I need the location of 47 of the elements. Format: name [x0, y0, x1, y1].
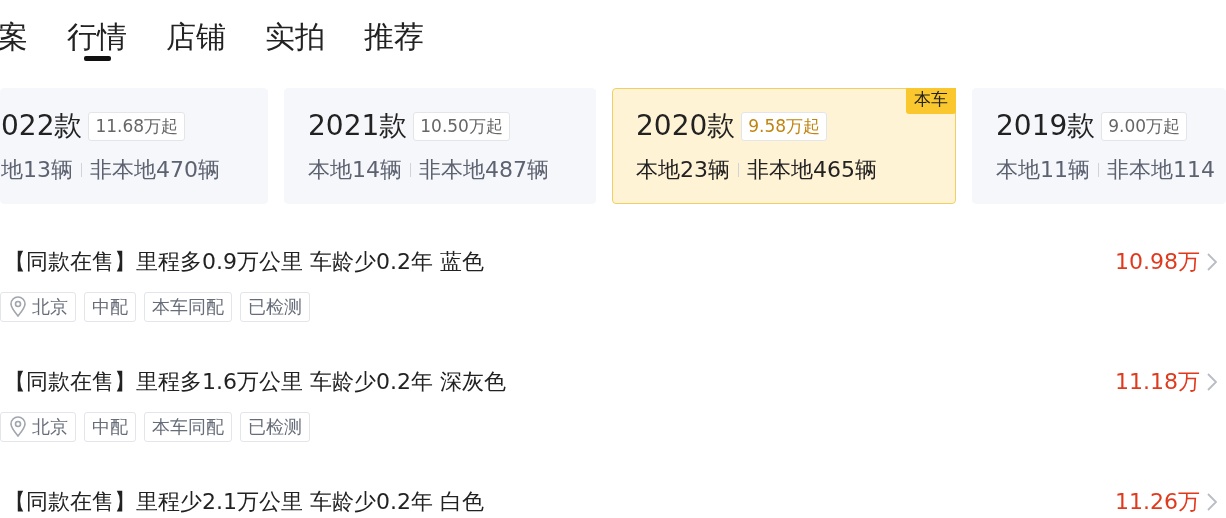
price-tag: 11.68万起: [88, 111, 186, 141]
tag: 本车同配: [144, 412, 232, 442]
year-card[interactable]: 2019款 9.00万起 本地11辆 非本地114: [972, 88, 1226, 204]
chevron-right-icon: [1206, 372, 1218, 392]
tag: 中配: [84, 292, 136, 322]
listing-price: 11.26万: [1115, 488, 1200, 516]
year-card[interactable]: 022款 11.68万起 地13辆 非本地470辆: [0, 88, 268, 204]
tab[interactable]: 推荐: [364, 0, 424, 61]
local-count: 本地23辆: [636, 156, 730, 184]
model-year: 2019款: [996, 108, 1096, 144]
location-pin-icon: [8, 296, 28, 318]
year-card[interactable]: 2020款 9.58万起 本地23辆 非本地465辆 本车: [612, 88, 956, 204]
listing-price: 11.18万: [1115, 368, 1200, 396]
local-count: 本地14辆: [308, 156, 402, 184]
listing-title: 【同款在售】里程多1.6万公里 车龄少0.2年 深灰色: [4, 368, 507, 396]
price-tag: 9.58万起: [741, 111, 828, 141]
year-card[interactable]: 2021款 10.50万起 本地14辆 非本地487辆: [284, 88, 596, 204]
tag: 本车同配: [144, 292, 232, 322]
tag: 北京: [0, 412, 76, 442]
tab[interactable]: 实拍: [265, 0, 325, 61]
model-year: 2020款: [636, 108, 736, 144]
tag: 北京: [0, 292, 76, 322]
chevron-right-icon: [1206, 492, 1218, 512]
listing-row[interactable]: 【同款在售】里程少2.1万公里 车龄少0.2年 白色 11.26万: [0, 484, 1226, 518]
tag: 已检测: [240, 292, 310, 322]
nonlocal-count: 非本地114: [1107, 156, 1215, 184]
tag: 中配: [84, 412, 136, 442]
listing-title: 【同款在售】里程多0.9万公里 车龄少0.2年 蓝色: [4, 248, 485, 276]
price-tag: 9.00万起: [1101, 111, 1188, 141]
tab[interactable]: 行情: [67, 0, 127, 61]
location-pin-icon: [8, 416, 28, 438]
listing-title: 【同款在售】里程少2.1万公里 车龄少0.2年 白色: [4, 488, 485, 516]
local-count: 地13辆: [1, 156, 73, 184]
nonlocal-count: 非本地487辆: [419, 156, 549, 184]
price-tag: 10.50万起: [413, 111, 510, 141]
listing-row[interactable]: 【同款在售】里程多0.9万公里 车龄少0.2年 蓝色 10.98万 北京 中配 本车同配 已检测: [0, 244, 1226, 364]
current-car-badge: 本车: [906, 88, 956, 114]
model-year: 2021款: [308, 108, 408, 144]
nonlocal-count: 非本地470辆: [90, 156, 220, 184]
listing-row[interactable]: 【同款在售】里程多1.6万公里 车龄少0.2年 深灰色 11.18万 北京 中配 本车同配 已检测: [0, 364, 1226, 484]
tab[interactable]: 店铺: [166, 0, 226, 61]
chevron-right-icon: [1206, 252, 1218, 272]
tag: 已检测: [240, 412, 310, 442]
nonlocal-count: 非本地465辆: [747, 156, 877, 184]
local-count: 本地11辆: [996, 156, 1090, 184]
listing-price: 10.98万: [1115, 248, 1200, 276]
model-year: 022款: [1, 108, 83, 144]
